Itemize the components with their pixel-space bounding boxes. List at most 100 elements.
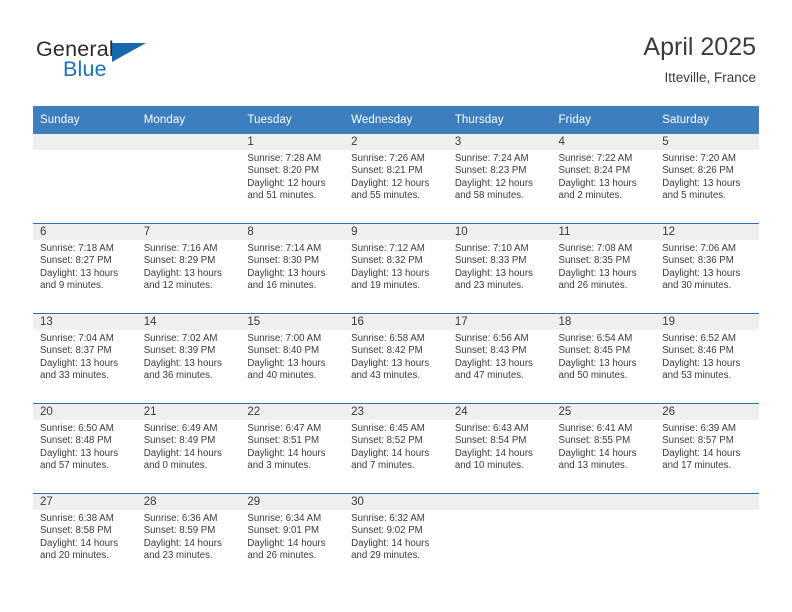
day-cell[interactable]: 6 Sunrise: 7:18 AM Sunset: 8:27 PM Daylight… (33, 223, 137, 314)
day-number: 14 (136, 314, 241, 330)
daylight-text: Daylight: 14 hours and 0 minutes. (143, 447, 222, 472)
day-cell[interactable]: 12 Sunrise: 7:06 AM Sunset: 8:36 PM Dayligh… (655, 223, 759, 314)
day-cell-inner (551, 494, 656, 583)
sunrise-text: Sunrise: 6:56 AM (454, 333, 529, 344)
day-cell[interactable]: 2 Sunrise: 7:26 AM Sunset: 8:21 PM Daylight… (344, 134, 448, 224)
day-cell[interactable]: 7 Sunrise: 7:16 AM Sunset: 8:29 PM Daylight… (136, 223, 241, 314)
day-cell[interactable]: 28 Sunrise: 6:36 AM Sunset: 8:59 PM Dayligh… (136, 493, 241, 583)
daylight-text: Daylight: 13 hours and 23 minutes. (454, 267, 533, 292)
day-cell[interactable]: 22 Sunrise: 6:47 AM Sunset: 8:51 PM Dayligh… (240, 403, 345, 494)
daylight-text: Daylight: 13 hours and 26 minutes. (558, 267, 637, 292)
day-cell-inner (136, 134, 241, 223)
day-cell-inner: 9 Sunrise: 7:12 AM Sunset: 8:32 PM Daylight… (344, 224, 448, 313)
day-details: Sunrise: 7:04 AM Sunset: 8:37 PM Daylight:… (33, 330, 137, 383)
day-cell-inner: 19 Sunrise: 6:52 AM Sunset: 8:46 PM Dayligh… (655, 314, 759, 403)
sunrise-text: Sunrise: 7:28 AM (247, 153, 322, 164)
calendar-page: General Blue April 2025 Itteville, Franc… (0, 0, 792, 612)
day-details: Sunrise: 6:32 AM Sunset: 9:02 PM Daylight:… (344, 510, 448, 563)
day-cell[interactable]: 19 Sunrise: 6:52 AM Sunset: 8:46 PM Dayligh… (655, 313, 759, 404)
daylight-text: Daylight: 13 hours and 16 minutes. (247, 267, 326, 292)
day-cell-empty (655, 493, 759, 583)
day-cell[interactable]: 14 Sunrise: 7:02 AM Sunset: 8:39 PM Dayligh… (136, 313, 241, 404)
day-details: Sunrise: 7:24 AM Sunset: 8:23 PM Daylight:… (448, 150, 552, 203)
day-number: 8 (240, 224, 345, 240)
day-details: Sunrise: 7:00 AM Sunset: 8:40 PM Daylight:… (240, 330, 344, 383)
day-cell-inner: 30 Sunrise: 6:32 AM Sunset: 9:02 PM Dayligh… (344, 494, 448, 583)
day-cell-inner: 20 Sunrise: 6:50 AM Sunset: 8:48 PM Dayligh… (33, 404, 137, 493)
day-cell[interactable]: 8 Sunrise: 7:14 AM Sunset: 8:30 PM Daylight… (240, 223, 345, 314)
brand-name-bottom: Blue (63, 57, 107, 81)
day-details: Sunrise: 7:14 AM Sunset: 8:30 PM Daylight:… (240, 240, 344, 293)
day-cell[interactable]: 3 Sunrise: 7:24 AM Sunset: 8:23 PM Daylight… (447, 134, 552, 224)
day-cell[interactable]: 5 Sunrise: 7:20 AM Sunset: 8:26 PM Daylight… (655, 134, 759, 224)
day-cell[interactable]: 9 Sunrise: 7:12 AM Sunset: 8:32 PM Daylight… (344, 223, 448, 314)
daylight-text: Daylight: 14 hours and 3 minutes. (247, 447, 326, 472)
day-cell[interactable]: 27 Sunrise: 6:38 AM Sunset: 8:58 PM Dayligh… (33, 493, 137, 583)
day-number: 24 (447, 404, 552, 420)
day-cell[interactable]: 21 Sunrise: 6:49 AM Sunset: 8:49 PM Dayligh… (136, 403, 241, 494)
sunset-text: Sunset: 8:43 PM (454, 345, 527, 357)
sunrise-text: Sunrise: 7:18 AM (40, 243, 114, 254)
weekday-header-row: Sunday Monday Tuesday Wednesday Thursday Frid… (33, 106, 759, 134)
day-cell[interactable]: 20 Sunrise: 6:50 AM Sunset: 8:48 PM Dayligh… (33, 403, 137, 494)
sunrise-text: Sunrise: 6:54 AM (558, 333, 633, 344)
sunrise-text: Sunrise: 6:52 AM (662, 333, 736, 344)
sunrise-text: Sunrise: 6:39 AM (662, 423, 736, 434)
day-cell[interactable]: 29 Sunrise: 6:34 AM Sunset: 9:01 PM Dayligh… (240, 493, 345, 583)
daylight-text: Daylight: 13 hours and 9 minutes. (40, 267, 119, 292)
day-cell[interactable]: 17 Sunrise: 6:56 AM Sunset: 8:43 PM Dayligh… (447, 313, 552, 404)
day-cell[interactable]: 25 Sunrise: 6:41 AM Sunset: 8:55 PM Dayligh… (551, 403, 656, 494)
day-cell[interactable]: 15 Sunrise: 7:00 AM Sunset: 8:40 PM Dayligh… (240, 313, 345, 404)
daylight-text: Daylight: 13 hours and 19 minutes. (351, 267, 430, 292)
weekday-header-tuesday: Tuesday (240, 106, 345, 134)
day-cell[interactable]: 30 Sunrise: 6:32 AM Sunset: 9:02 PM Dayligh… (344, 493, 448, 583)
day-number: 1 (240, 134, 345, 150)
page-header: General Blue April 2025 Itteville, Franc… (0, 0, 792, 100)
day-cell-empty (447, 493, 552, 583)
sunrise-text: Sunrise: 7:24 AM (454, 153, 529, 164)
sunset-text: Sunset: 8:48 PM (40, 435, 112, 447)
daylight-text: Daylight: 13 hours and 12 minutes. (143, 267, 222, 292)
day-cell[interactable]: 1 Sunrise: 7:28 AM Sunset: 8:20 PM Daylight… (240, 134, 345, 224)
day-cell[interactable]: 18 Sunrise: 6:54 AM Sunset: 8:45 PM Dayligh… (551, 313, 656, 404)
daylight-text: Daylight: 13 hours and 43 minutes. (351, 357, 430, 382)
day-details: Sunrise: 6:39 AM Sunset: 8:57 PM Daylight:… (655, 420, 759, 473)
day-number: 9 (344, 224, 448, 240)
day-cell[interactable]: 4 Sunrise: 7:22 AM Sunset: 8:24 PM Daylight… (551, 134, 656, 224)
daylight-text: Daylight: 12 hours and 58 minutes. (454, 177, 533, 202)
day-cell-empty (33, 134, 137, 224)
day-cell-empty (136, 134, 241, 224)
day-cell-inner: 23 Sunrise: 6:45 AM Sunset: 8:52 PM Dayligh… (344, 404, 448, 493)
day-number (655, 494, 759, 510)
day-details: Sunrise: 6:41 AM Sunset: 8:55 PM Daylight:… (552, 420, 656, 473)
day-number: 23 (344, 404, 448, 420)
brand-logo[interactable]: General Blue (36, 37, 186, 85)
day-cell[interactable]: 24 Sunrise: 6:43 AM Sunset: 8:54 PM Dayligh… (447, 403, 552, 494)
sunrise-text: Sunrise: 7:08 AM (558, 243, 633, 254)
sunset-text: Sunset: 8:51 PM (247, 435, 320, 447)
day-cell-inner: 11 Sunrise: 7:08 AM Sunset: 8:35 PM Dayligh… (551, 224, 656, 313)
day-number: 29 (240, 494, 345, 510)
day-details: Sunrise: 6:38 AM Sunset: 8:58 PM Daylight:… (33, 510, 137, 563)
sunset-text: Sunset: 8:20 PM (247, 165, 320, 177)
day-cell-inner: 4 Sunrise: 7:22 AM Sunset: 8:24 PM Daylight… (551, 134, 656, 223)
sunrise-text: Sunrise: 7:02 AM (143, 333, 218, 344)
day-cell[interactable]: 26 Sunrise: 6:39 AM Sunset: 8:57 PM Dayligh… (655, 403, 759, 494)
day-number: 4 (551, 134, 656, 150)
weekday-header-sunday: Sunday (33, 106, 137, 134)
day-details: Sunrise: 6:49 AM Sunset: 8:49 PM Daylight:… (137, 420, 241, 473)
calendar-week-row: 13 Sunrise: 7:04 AM Sunset: 8:37 PM Dayligh… (33, 313, 759, 404)
daylight-text: Daylight: 13 hours and 47 minutes. (454, 357, 533, 382)
day-cell[interactable]: 23 Sunrise: 6:45 AM Sunset: 8:52 PM Dayligh… (344, 403, 448, 494)
day-details: Sunrise: 7:20 AM Sunset: 8:26 PM Daylight:… (655, 150, 759, 203)
sunset-text: Sunset: 8:37 PM (40, 345, 112, 357)
sunrise-text: Sunrise: 7:22 AM (558, 153, 633, 164)
day-number: 20 (33, 404, 137, 420)
day-cell[interactable]: 10 Sunrise: 7:10 AM Sunset: 8:33 PM Dayligh… (447, 223, 552, 314)
day-cell-inner: 10 Sunrise: 7:10 AM Sunset: 8:33 PM Dayligh… (447, 224, 552, 313)
day-cell[interactable]: 11 Sunrise: 7:08 AM Sunset: 8:35 PM Dayligh… (551, 223, 656, 314)
day-cell[interactable]: 16 Sunrise: 6:58 AM Sunset: 8:42 PM Dayligh… (344, 313, 448, 404)
day-details: Sunrise: 7:12 AM Sunset: 8:32 PM Daylight:… (344, 240, 448, 293)
sunrise-text: Sunrise: 7:26 AM (351, 153, 425, 164)
day-cell[interactable]: 13 Sunrise: 7:04 AM Sunset: 8:37 PM Dayligh… (33, 313, 137, 404)
